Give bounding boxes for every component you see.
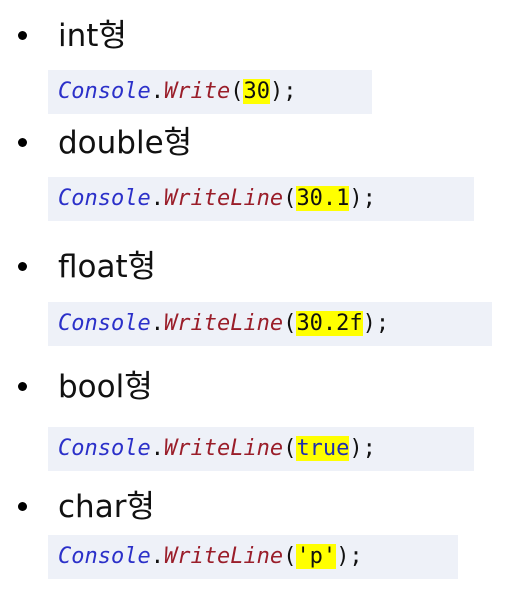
code-open-paren: ( <box>230 79 244 104</box>
code-method-name: WriteLine <box>163 436 284 461</box>
code-close: ); <box>336 544 363 569</box>
code-dot: . <box>150 186 164 211</box>
code-class-name: Console <box>58 544 151 569</box>
code-class-name: Console <box>58 186 151 211</box>
type-heading-double: double형 <box>58 125 193 161</box>
code-close: ); <box>349 186 376 211</box>
code-dot: . <box>150 79 164 104</box>
code-block-float: Console.WriteLine(30.2f); <box>48 302 492 346</box>
code-argument-highlighted: 30.1 <box>296 186 350 211</box>
code-argument-highlighted: 'p' <box>296 544 337 569</box>
code-dot: . <box>150 436 164 461</box>
code-argument-highlighted: true <box>296 436 350 461</box>
code-block-int: Console.Write(30); <box>48 70 372 114</box>
code-close: ); <box>362 311 390 336</box>
bullet-icon <box>18 502 27 511</box>
code-block-bool: Console.WriteLine(true); <box>48 427 474 471</box>
code-class-name: Console <box>58 79 151 104</box>
code-open-paren: ( <box>283 186 297 211</box>
code-argument-highlighted: 30.2f <box>296 311 363 336</box>
code-method-name: Write <box>163 79 231 104</box>
code-block-double: Console.WriteLine(30.1); <box>48 177 474 221</box>
code-open-paren: ( <box>283 544 297 569</box>
bullet-icon <box>18 382 27 391</box>
code-method-name: WriteLine <box>163 544 284 569</box>
type-heading-char: char형 <box>58 489 155 525</box>
type-heading-float: float형 <box>58 249 157 285</box>
code-class-name: Console <box>58 311 151 336</box>
code-method-name: WriteLine <box>163 311 284 336</box>
bullet-icon <box>18 31 27 40</box>
code-open-paren: ( <box>283 311 297 336</box>
code-argument-highlighted: 30 <box>243 79 270 104</box>
code-close: ); <box>349 436 376 461</box>
code-dot: . <box>150 311 164 336</box>
code-method-name: WriteLine <box>163 186 284 211</box>
code-open-paren: ( <box>283 436 297 461</box>
type-heading-bool: bool형 <box>58 369 153 405</box>
bullet-icon <box>18 138 27 147</box>
code-block-char: Console.WriteLine('p'); <box>48 535 458 579</box>
code-close: ); <box>269 79 297 104</box>
code-dot: . <box>150 544 164 569</box>
code-class-name: Console <box>58 436 151 461</box>
bullet-icon <box>18 262 27 271</box>
type-heading-int: int형 <box>58 18 127 54</box>
